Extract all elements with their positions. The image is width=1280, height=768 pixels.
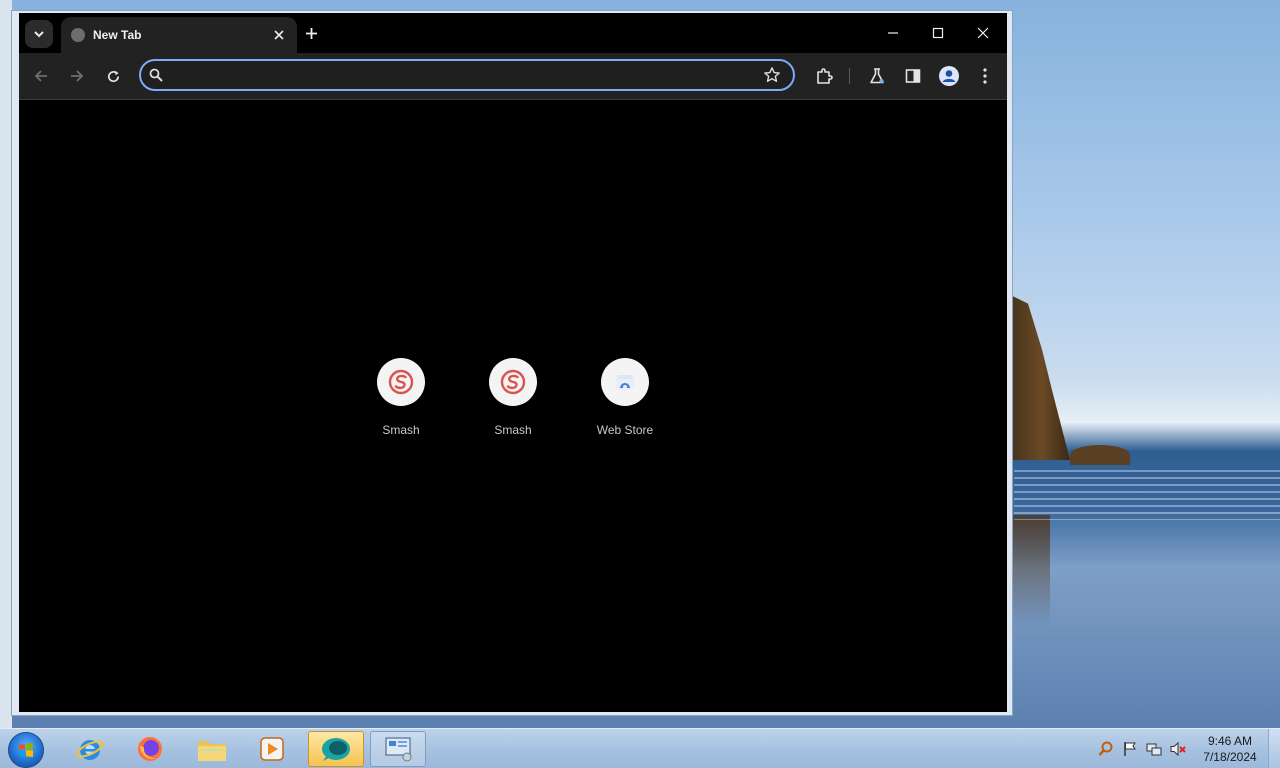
arrow-right-icon	[71, 70, 84, 82]
active-app-icon	[322, 738, 350, 761]
file-explorer-icon	[198, 741, 226, 761]
plus-icon	[305, 27, 317, 39]
taskbar: 9:46 AM 7/18/2024	[0, 728, 1280, 768]
minimize-button[interactable]	[875, 19, 911, 47]
address-input[interactable]	[173, 65, 757, 87]
taskbar-firefox[interactable]	[122, 731, 178, 767]
show-desktop-button[interactable]	[1268, 729, 1280, 768]
smash-logo-icon	[377, 358, 425, 406]
shortcut-label: Smash	[382, 423, 420, 437]
shortcut-label: Smash	[494, 423, 532, 437]
tab-title: New Tab	[93, 28, 142, 42]
maximize-icon	[932, 27, 944, 39]
new-tab-button[interactable]	[300, 22, 322, 44]
maximize-button[interactable]	[920, 19, 956, 47]
toolbar-separator	[849, 68, 850, 84]
browser-window: New Tab Smash Smash Web Store	[11, 10, 1013, 716]
back-button[interactable]	[29, 64, 53, 88]
arrow-left-icon	[34, 70, 47, 82]
reload-icon	[107, 70, 119, 82]
close-window-button[interactable]	[965, 19, 1001, 47]
menu-button[interactable]	[973, 64, 997, 88]
smash-logo-icon	[489, 358, 537, 406]
search-icon	[149, 68, 163, 82]
clock-date: 7/18/2024	[1203, 750, 1257, 764]
bookmark-star-icon[interactable]	[763, 66, 781, 84]
volume-muted-icon[interactable]	[1170, 741, 1186, 757]
shortcut-label: Web Store	[596, 423, 654, 437]
chevron-down-icon	[34, 31, 44, 38]
puzzle-icon	[817, 68, 833, 84]
browser-frame: New Tab Smash Smash Web Store	[19, 13, 1007, 712]
control-panel-icon	[385, 737, 412, 762]
close-icon	[274, 30, 284, 40]
minimize-icon	[888, 32, 898, 34]
labs-button[interactable]	[865, 64, 889, 88]
taskbar-active-app[interactable]	[308, 731, 364, 767]
action-center-flag-icon[interactable]	[1122, 741, 1138, 757]
windows-logo-icon	[19, 743, 33, 757]
close-tab-button[interactable]	[269, 25, 289, 45]
side-panel-button[interactable]	[901, 64, 925, 88]
kebab-menu-icon	[983, 68, 987, 84]
extensions-button[interactable]	[812, 64, 836, 88]
taskbar-internet-explorer[interactable]	[62, 731, 118, 767]
taskbar-control-panel[interactable]	[370, 731, 426, 767]
media-player-icon	[260, 737, 284, 761]
system-clock[interactable]: 9:46 AM 7/18/2024	[1196, 733, 1264, 765]
shortcut-tile[interactable]: Smash	[457, 358, 569, 437]
shortcut-tile[interactable]: Smash	[345, 358, 457, 437]
profile-button[interactable]	[937, 64, 961, 88]
internet-explorer-icon	[76, 740, 104, 760]
clock-time: 9:46 AM	[1207, 734, 1253, 748]
wallpaper-rock-base	[1070, 445, 1130, 465]
flask-icon	[870, 68, 884, 84]
start-button[interactable]	[8, 732, 44, 768]
search-tray-icon[interactable]	[1098, 741, 1114, 757]
new-tab-page: Smash Smash Web Store	[19, 100, 1007, 712]
close-icon	[977, 27, 989, 39]
tab-strip: New Tab	[19, 13, 1007, 53]
network-icon[interactable]	[1146, 741, 1162, 757]
shortcut-tile[interactable]: Web Store	[569, 358, 681, 437]
wallpaper-surf	[1014, 470, 1280, 520]
avatar-icon	[939, 66, 959, 86]
firefox-icon	[138, 737, 162, 761]
reload-button[interactable]	[101, 64, 125, 88]
forward-button[interactable]	[65, 64, 89, 88]
tab-new-tab[interactable]: New Tab	[61, 17, 297, 53]
taskbar-media-player[interactable]	[244, 731, 300, 767]
globe-icon	[71, 28, 85, 42]
side-panel-icon	[905, 69, 921, 83]
address-bar[interactable]	[139, 59, 795, 91]
taskbar-file-explorer[interactable]	[184, 731, 240, 767]
tab-search-button[interactable]	[25, 20, 53, 48]
browser-toolbar	[19, 53, 1007, 100]
web-store-icon	[601, 358, 649, 406]
